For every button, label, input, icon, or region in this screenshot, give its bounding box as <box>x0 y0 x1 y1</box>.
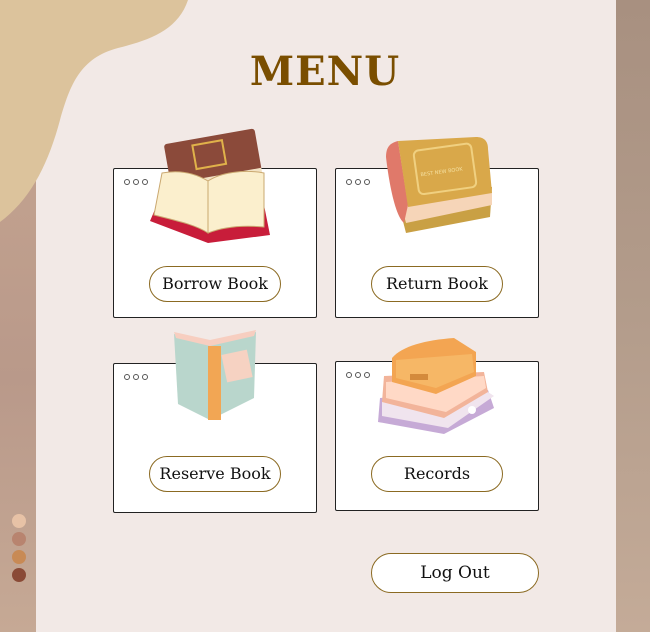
open-book-icon <box>150 128 270 243</box>
menu-title: MENU <box>249 48 401 95</box>
swatch-rose <box>12 532 26 546</box>
closed-book-icon: BEST NEW BOOK <box>386 137 492 233</box>
window-dots <box>346 179 370 185</box>
color-swatches <box>12 514 26 582</box>
window-dots <box>124 179 148 185</box>
standing-book-icon <box>174 330 256 420</box>
borrow-book-button[interactable]: Borrow Book <box>149 266 281 302</box>
logout-button[interactable]: Log Out <box>371 553 539 593</box>
window-dots <box>346 372 370 378</box>
book-stack-icon <box>378 338 494 434</box>
window-dots <box>124 374 148 380</box>
reserve-book-button[interactable]: Reserve Book <box>149 456 281 492</box>
swatch-orange <box>12 550 26 564</box>
swatch-light <box>12 514 26 528</box>
swatch-brown <box>12 568 26 582</box>
return-book-button[interactable]: Return Book <box>371 266 503 302</box>
records-button[interactable]: Records <box>371 456 503 492</box>
